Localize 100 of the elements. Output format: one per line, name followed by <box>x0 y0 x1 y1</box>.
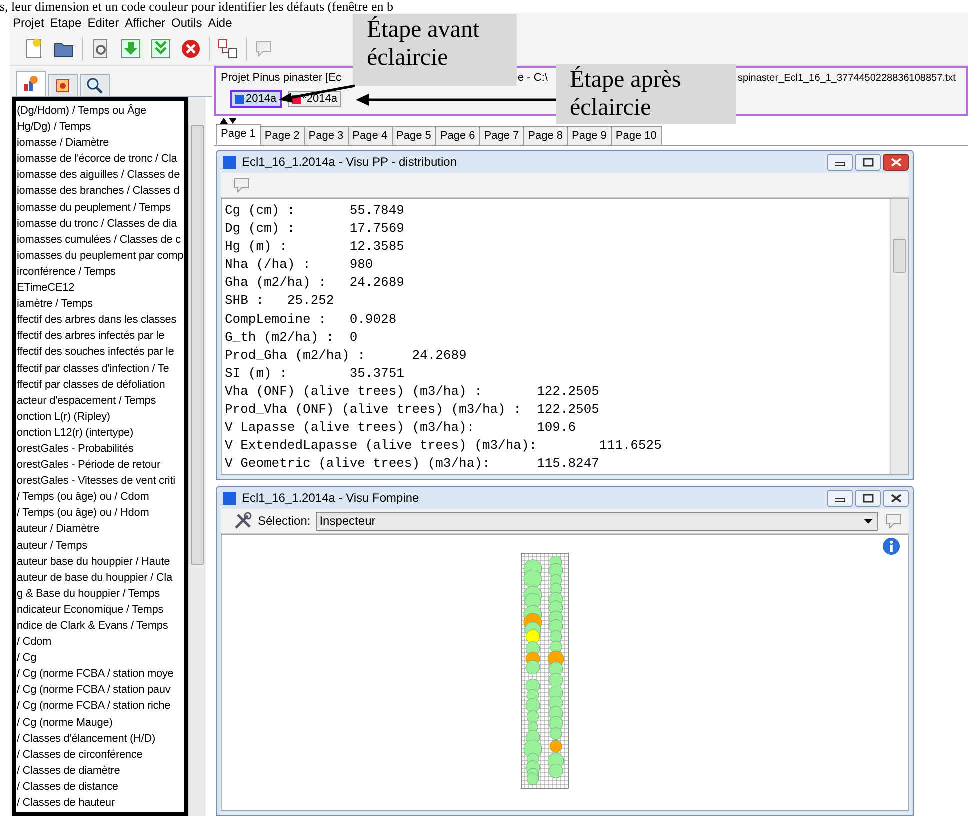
list-item[interactable]: orestGales - Vitesses de vent criti <box>16 473 184 490</box>
download-icon[interactable] <box>149 36 173 60</box>
text-line: V Geometric (alive trees) (m3/ha): 115.8247 <box>225 455 600 474</box>
list-item[interactable]: ndicateur Economique / Temps <box>16 602 184 618</box>
list-item[interactable]: iomasse du peuplement / Temps <box>16 200 184 216</box>
list-item[interactable]: iomasses cumulées / Classes de c <box>16 232 184 248</box>
step-button[interactable]: 2014a <box>230 90 282 108</box>
list-item[interactable]: / Classes d'élancement (H/D) <box>16 730 184 747</box>
text-line: Nha (/ha) : 980 <box>225 256 374 274</box>
list-item[interactable]: / Cg (norme FCBA / station pauv <box>16 682 184 698</box>
text-line: CompLemoine : 0.9028 <box>225 310 398 329</box>
page-tab[interactable]: Page 4 <box>348 126 392 145</box>
menu-item[interactable]: Projet <box>10 14 48 32</box>
page-tab[interactable]: Page 5 <box>392 126 436 145</box>
selection-dropdown[interactable]: Inspecteur <box>316 512 878 530</box>
callout-text: Étape avant <box>367 16 480 44</box>
page-tab[interactable]: Page 6 <box>435 126 480 145</box>
chart-icon <box>22 75 40 93</box>
list-item[interactable]: ffectif par classes d'infection / Te <box>16 360 184 377</box>
list-item[interactable]: iamètre / Temps <box>16 296 184 312</box>
scrollbar[interactable] <box>890 199 908 474</box>
list-item[interactable]: g & Base du houppier / Temps <box>16 586 184 602</box>
list-item[interactable]: orestGales - Période de retour <box>16 457 184 474</box>
menu-item[interactable]: Editer <box>84 14 122 32</box>
list-item[interactable]: onction L(r) (Ripley) <box>16 408 184 425</box>
page-tab[interactable]: Page 9 <box>567 126 612 145</box>
menu-item[interactable]: Outils <box>168 14 206 32</box>
text-line: Dg (cm) : 17.7569 <box>225 220 406 238</box>
page-tab[interactable]: Page 2 <box>260 126 305 145</box>
download-icon[interactable] <box>119 36 143 60</box>
list-item[interactable]: iomasse des branches / Classes d <box>16 183 184 200</box>
close-button[interactable] <box>883 490 909 506</box>
list-item[interactable]: iomasse de l'écorce de tronc / Cla <box>16 151 184 168</box>
menu-item[interactable]: Etape <box>47 14 85 32</box>
search-icon-tab[interactable] <box>80 74 110 96</box>
info-icon[interactable] <box>883 537 900 556</box>
page-tab[interactable]: Page 10 <box>610 126 662 145</box>
tree-icon-tab[interactable] <box>48 74 78 96</box>
text-line: SHB : 25.252 <box>225 292 336 310</box>
callout-text: éclaircie <box>570 94 652 122</box>
list-item[interactable]: / Cg (norme FCBA / station riche <box>16 698 184 715</box>
list-item[interactable]: Hg/Dg) / Temps <box>16 119 184 136</box>
maximize-button[interactable] <box>855 154 881 170</box>
list-item[interactable]: auteur base du houppier / Haute <box>16 554 184 570</box>
list-item[interactable]: iomasse des aiguilles / Classes de <box>16 167 184 184</box>
list-item[interactable]: / Cg (norme FCBA / station moye <box>16 666 184 682</box>
selection-label: Sélection: <box>258 513 311 530</box>
maximize-icon <box>862 494 874 502</box>
list-item[interactable]: acteur d'espacement / Temps <box>16 392 184 409</box>
list-item[interactable]: / Classes de circonférence <box>16 746 184 763</box>
list-item[interactable]: ndice de Clark & Evans / Temps <box>16 618 184 634</box>
window-icon <box>223 156 236 168</box>
text-line: Hg (m) : 12.3585 <box>225 238 406 256</box>
menu-item[interactable]: Aide <box>205 14 236 32</box>
list-item[interactable]: / Temps (ou âge) ou / Cdom <box>16 489 184 506</box>
nodes-icon[interactable] <box>216 36 240 60</box>
text-line: SI (m) : 35.3751 <box>225 364 406 383</box>
tools-icon[interactable] <box>233 511 253 531</box>
list-item[interactable]: iomasse du tronc / Classes de dia <box>16 216 184 232</box>
text-line: G_th (m2/ha) : 0 <box>225 328 359 347</box>
list-item[interactable]: / Cdom <box>16 634 184 650</box>
list-item[interactable]: ffectif des souches infectés par le <box>16 344 184 360</box>
list-item[interactable]: ffectif des arbres dans les classes <box>16 312 184 328</box>
list-item[interactable]: / Cg <box>16 650 184 666</box>
list-item[interactable]: ETimeCE12 <box>16 280 184 296</box>
menu-item[interactable]: Afficher <box>122 14 169 32</box>
list-item[interactable]: iomasse / Diamètre <box>16 135 184 152</box>
tree-icon <box>54 76 72 94</box>
close-icon <box>890 494 902 502</box>
list-item[interactable]: auteur / Temps <box>16 538 184 554</box>
chart-icon-tab[interactable] <box>16 71 46 96</box>
text-line: Vha (ONF) (alive trees) (m3/ha) : 122.2505 <box>225 382 600 401</box>
list-item[interactable]: / Classes de hauteur <box>16 795 184 812</box>
list-item[interactable]: auteur de base du houppier / Cla <box>16 570 184 586</box>
list-item[interactable]: onction L12(r) (intertype) <box>16 424 184 441</box>
page-tab[interactable]: Page 1 <box>216 124 261 145</box>
list-item[interactable]: ffectif par classes de défoliation <box>16 376 184 393</box>
text-line: V ExtendedLapasse (alive trees) (m3/ha): 111.6525 <box>225 437 663 456</box>
list-item[interactable]: / Cg (norme Mauge) <box>16 714 184 731</box>
maximize-button[interactable] <box>855 490 881 506</box>
page-tab[interactable]: Page 8 <box>523 126 568 145</box>
list-item[interactable]: orestGales - Probabilités <box>16 440 184 458</box>
page-tab[interactable]: Page 7 <box>479 126 524 145</box>
window-title: Ecl1_16_1.2014a - Visu Fompine <box>242 490 420 507</box>
list-item[interactable]: ffectif des arbres infectés par le <box>16 328 184 344</box>
list-item[interactable]: / Classes de diamètre <box>16 762 184 779</box>
page-tab[interactable]: Page 3 <box>304 126 349 145</box>
callout-text: Étape après <box>570 66 682 94</box>
minimize-button[interactable] <box>827 154 853 170</box>
list-item[interactable]: (Dg/Hdom) / Temps ou Âge <box>16 103 184 120</box>
list-item[interactable]: auteur / Diamètre <box>16 521 184 538</box>
close-button[interactable] <box>883 154 909 170</box>
list-item[interactable]: iomasses du peuplement par comp <box>16 248 184 264</box>
list-item[interactable]: / Temps (ou âge) ou / Hdom <box>16 505 184 522</box>
window-title: Ecl1_16_1.2014a - Visu PP - distribution <box>242 154 458 171</box>
callout-text: éclaircie <box>367 44 448 72</box>
list-item[interactable]: / Classes de distance <box>16 778 184 796</box>
scrollbar[interactable] <box>188 97 206 816</box>
minimize-button[interactable] <box>827 490 853 506</box>
list-item[interactable]: irconférence / Temps <box>16 264 184 280</box>
